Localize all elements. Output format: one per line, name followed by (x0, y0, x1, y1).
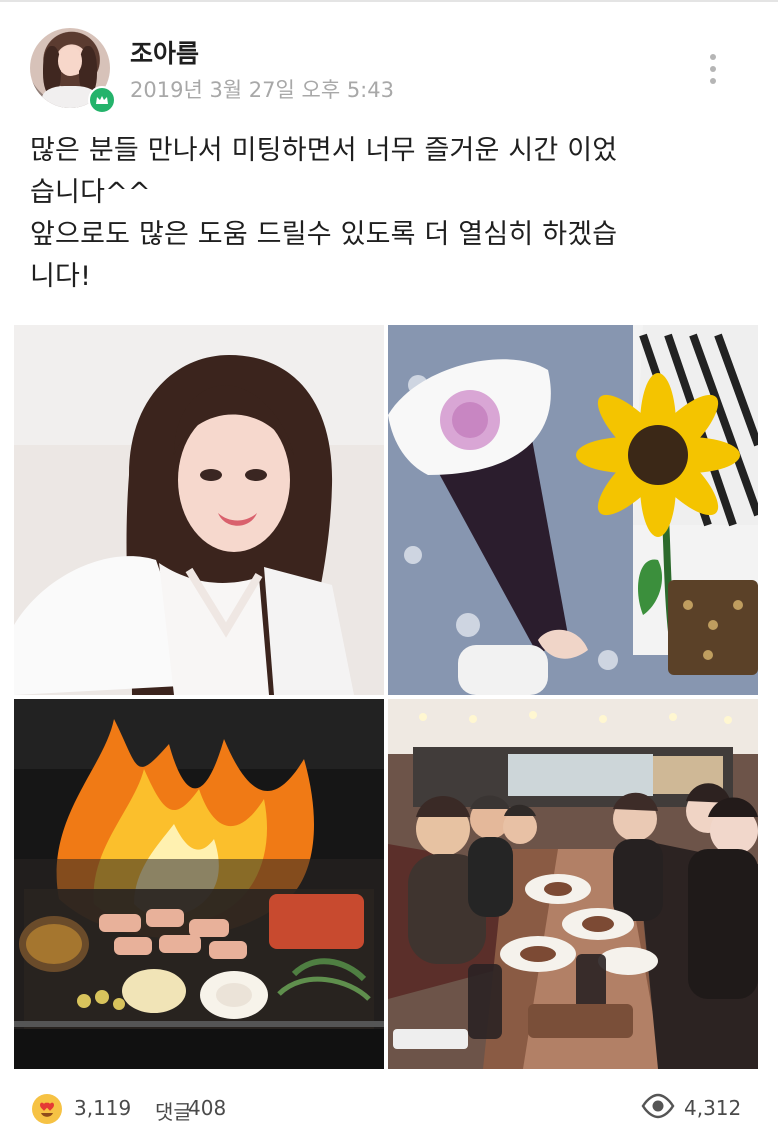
comment-count[interactable]: 408 (188, 1096, 226, 1120)
post-timestamp: 2019년 3월 27일 오후 5:43 (130, 78, 394, 102)
comment-label[interactable]: 댓글 (155, 1096, 192, 1125)
selfie-photo[interactable] (14, 325, 384, 695)
reaction-count: 3,119 (74, 1096, 132, 1120)
more-vertical-icon[interactable] (698, 50, 728, 88)
post-footer: 3,119 댓글 408 4,312 (0, 1088, 778, 1128)
grill-photo[interactable] (14, 699, 384, 1069)
avatar[interactable] (30, 28, 116, 114)
restaurant-photo[interactable] (388, 699, 758, 1069)
crown-icon (88, 86, 116, 114)
post-body-text: 많은 분들 만나서 미팅하면서 너무 즐거운 시간 이었 습니다^^ 앞으로도 … (30, 135, 618, 292)
views-count: 4,312 (684, 1096, 742, 1120)
username[interactable]: 조아름 (130, 34, 199, 70)
heart-eyes-emoji-icon[interactable] (32, 1094, 62, 1124)
post-header: 조아름 2019년 3월 27일 오후 5:43 (0, 0, 778, 118)
eye-icon (641, 1093, 675, 1119)
flowers-photo[interactable] (388, 325, 758, 695)
